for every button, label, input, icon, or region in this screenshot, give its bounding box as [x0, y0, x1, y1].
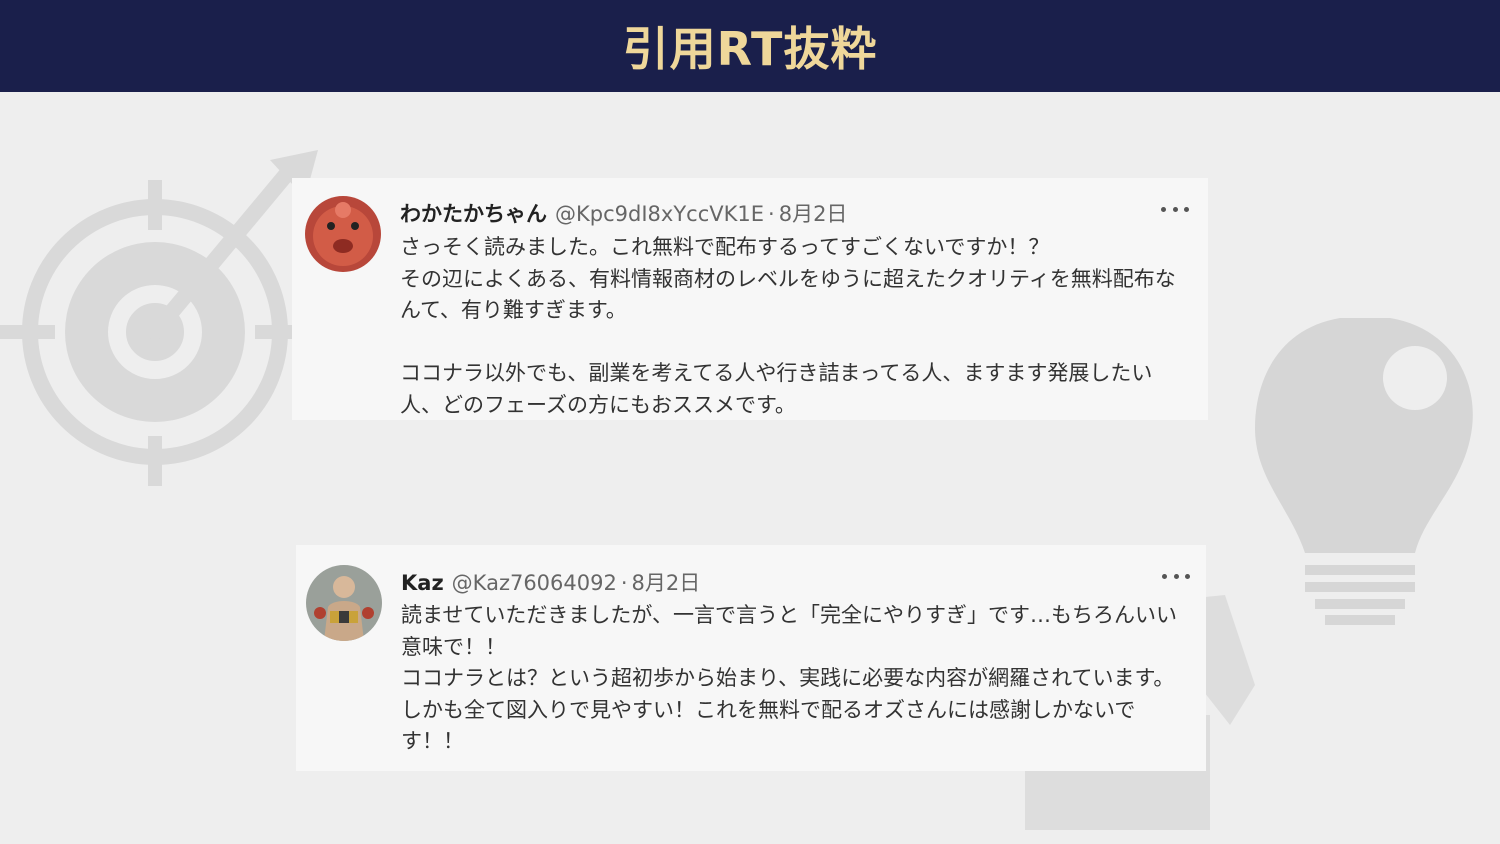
tweet-header: わかたかちゃん @Kpc9dI8xYccVK1E · 8月2日: [400, 198, 847, 228]
tweet-text: さっそく読みました。これ無料で配布するってすごくないですか！？ その辺によくある…: [400, 235, 1176, 417]
tweet-header: Kaz @Kaz76064092 · 8月2日: [401, 567, 700, 597]
tweet-date[interactable]: 8月2日: [632, 567, 701, 597]
more-dots-icon[interactable]: [1162, 571, 1190, 581]
user-handle[interactable]: @Kpc9dI8xYccVK1E: [555, 202, 764, 226]
user-name[interactable]: Kaz: [401, 571, 444, 595]
tweet-card[interactable]: Kaz @Kaz76064092 · 8月2日 読ませていただきましたが、一言で…: [296, 545, 1206, 771]
separator: ·: [768, 202, 775, 226]
avatar[interactable]: [305, 196, 381, 272]
tweet-card[interactable]: わかたかちゃん @Kpc9dI8xYccVK1E · 8月2日 さっそく読みまし…: [292, 178, 1208, 420]
separator: ·: [620, 571, 628, 595]
target-arrow-icon: [0, 150, 330, 490]
lightbulb-puzzle-icon: [1250, 318, 1480, 628]
user-name[interactable]: わかたかちゃん: [400, 198, 547, 228]
slide-title: 引用RT抜粋: [622, 22, 878, 76]
tweet-date[interactable]: 8月2日: [779, 198, 848, 228]
more-dots-icon[interactable]: [1161, 204, 1189, 214]
tweet-text: 読ませていただきましたが、一言で言うと「完全にやりすぎ」です…もちろんいい意味で…: [401, 603, 1177, 753]
avatar[interactable]: [306, 565, 382, 641]
slide-header: 引用RT抜粋: [0, 0, 1500, 92]
user-handle[interactable]: @Kaz76064092: [452, 571, 617, 595]
